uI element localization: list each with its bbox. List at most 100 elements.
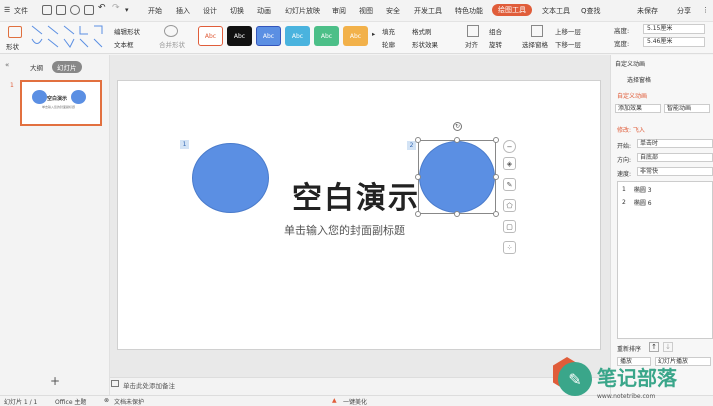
chevron-down-icon[interactable]: ▾ bbox=[125, 6, 129, 14]
merge-shape-button[interactable]: 合并形状 bbox=[159, 39, 185, 49]
height-label: 高度: bbox=[614, 27, 630, 35]
add-slide-button[interactable]: + bbox=[50, 374, 60, 388]
border-icon[interactable]: ▢ bbox=[503, 220, 516, 233]
resize-handle-t[interactable] bbox=[454, 137, 460, 143]
rotate-button[interactable]: 旋转 bbox=[489, 39, 502, 49]
slide-title[interactable]: 空白演示 bbox=[292, 173, 420, 217]
style-sample-1[interactable]: Abc bbox=[198, 26, 223, 46]
shape-effect-button[interactable]: 形状效果 bbox=[412, 39, 438, 49]
protection-status[interactable]: 文档未保护 bbox=[114, 397, 144, 406]
textbox-button[interactable]: 文本框 bbox=[114, 39, 134, 49]
outline-button[interactable]: 轮廓 bbox=[382, 39, 395, 49]
search-button[interactable]: Q查找 bbox=[581, 6, 601, 16]
move-up-icon[interactable]: ↑ bbox=[649, 342, 659, 352]
selection-pane-button[interactable]: 选择窗格 bbox=[522, 39, 548, 49]
fill-bucket-icon[interactable]: ⬠ bbox=[503, 199, 516, 212]
tab-features[interactable]: 特色功能 bbox=[455, 6, 483, 16]
group-button[interactable]: 组合 bbox=[489, 26, 502, 36]
notes-bar bbox=[110, 377, 610, 395]
resize-handle-tl[interactable] bbox=[415, 137, 421, 143]
resize-handle-l[interactable] bbox=[415, 174, 421, 180]
ribbon-toolbar: 形状 编辑形状 文本框 合并形状 Abc Abc Abc Abc Abc Abc… bbox=[0, 22, 713, 54]
selection-pane-link[interactable]: 选择窗格 bbox=[627, 75, 651, 84]
tab-drawing-tools[interactable]: 绘图工具 bbox=[492, 4, 532, 16]
resize-handle-b[interactable] bbox=[454, 211, 460, 217]
tab-home[interactable]: 开始 bbox=[148, 6, 162, 16]
tab-transition[interactable]: 切换 bbox=[230, 6, 244, 16]
tab-slides[interactable]: 幻灯片 bbox=[52, 61, 82, 73]
tab-animation[interactable]: 动画 bbox=[257, 6, 271, 16]
share-button[interactable]: 分享 bbox=[677, 6, 691, 16]
tab-security[interactable]: 安全 bbox=[386, 6, 400, 16]
bring-forward-button[interactable]: 上移一层 bbox=[555, 26, 581, 36]
align-button[interactable]: 对齐 bbox=[465, 39, 478, 49]
tab-review[interactable]: 审阅 bbox=[332, 6, 346, 16]
resize-handle-br[interactable] bbox=[493, 211, 499, 217]
panel-header[interactable]: 自定义动画 bbox=[615, 59, 645, 68]
hamburger-icon[interactable]: ☰ bbox=[4, 6, 10, 14]
line-gallery[interactable] bbox=[30, 24, 110, 50]
tab-text-tools[interactable]: 文本工具 bbox=[542, 6, 570, 16]
watermark-url: www.notetribe.com bbox=[597, 393, 656, 400]
theme-name: Office 主题 bbox=[55, 399, 87, 406]
slide-subtitle[interactable]: 单击输入您的封面副标题 bbox=[284, 222, 405, 238]
style-sample-2[interactable]: Abc bbox=[227, 26, 252, 46]
tab-slideshow[interactable]: 幻灯片放映 bbox=[285, 6, 320, 16]
tab-outline[interactable]: 大纲 bbox=[30, 62, 43, 72]
tab-design[interactable]: 设计 bbox=[203, 6, 217, 16]
move-down-icon[interactable]: ↓ bbox=[663, 342, 673, 352]
style-sample-4[interactable]: Abc bbox=[285, 26, 310, 46]
resize-handle-tr[interactable] bbox=[493, 137, 499, 143]
resize-handle-r[interactable] bbox=[493, 174, 499, 180]
tab-view[interactable]: 视图 bbox=[359, 6, 373, 16]
shape-button-label[interactable]: 形状 bbox=[6, 41, 19, 51]
beautify-icon: ▲ bbox=[332, 397, 337, 404]
save-icon[interactable] bbox=[42, 5, 52, 15]
fill-button[interactable]: 填充 bbox=[382, 26, 395, 36]
tab-developer[interactable]: 开发工具 bbox=[414, 6, 442, 16]
export-icon[interactable] bbox=[56, 5, 66, 15]
smart-animation-button[interactable]: 智能动画 bbox=[664, 104, 710, 113]
ellipse-shape-1[interactable] bbox=[192, 143, 269, 213]
edit-shape-button[interactable]: 编辑形状 bbox=[114, 26, 140, 36]
width-input[interactable]: 5.46厘米 bbox=[643, 37, 705, 47]
rotate-handle-icon[interactable]: ↻ bbox=[453, 122, 462, 131]
send-backward-button[interactable]: 下移一层 bbox=[555, 39, 581, 49]
layers-icon[interactable]: ◈ bbox=[503, 157, 516, 170]
animation-badge-1: 1 bbox=[180, 140, 189, 149]
slide-thumbnail[interactable]: 空白演示 单击输入您的封面副标题 bbox=[20, 80, 102, 126]
start-select[interactable]: 单击时 bbox=[637, 139, 713, 148]
collapse-toolbar-icon[interactable]: − bbox=[503, 140, 516, 153]
speed-select[interactable]: 非常快 bbox=[637, 167, 713, 176]
gallery-scroll-icon[interactable]: ▸ bbox=[372, 30, 375, 38]
align-icon[interactable] bbox=[467, 25, 479, 37]
beautify-button[interactable]: 一键美化 bbox=[343, 397, 367, 406]
shape-icon[interactable] bbox=[8, 26, 22, 38]
direction-select[interactable]: 自底部 bbox=[637, 153, 713, 162]
print-icon[interactable] bbox=[70, 5, 80, 15]
add-effect-button[interactable]: 添加效果 bbox=[615, 104, 661, 113]
collapse-panel-icon[interactable]: « bbox=[5, 61, 9, 69]
preview-icon[interactable] bbox=[84, 5, 94, 15]
animation-list-item[interactable]: 2 椭圆 6 bbox=[622, 198, 652, 207]
format-painter-button[interactable]: 格式刷 bbox=[412, 26, 432, 36]
animation-icon[interactable]: ⁘ bbox=[503, 241, 516, 254]
style-sample-6[interactable]: Abc bbox=[343, 26, 368, 46]
more-icon[interactable]: ⋮ bbox=[702, 6, 709, 14]
pen-icon[interactable]: ✎ bbox=[503, 178, 516, 191]
slide-canvas[interactable]: 1 空白演示 单击输入您的封面副标题 2 ↻ bbox=[117, 80, 601, 350]
redo-icon[interactable]: ↷ bbox=[112, 3, 120, 13]
tab-insert[interactable]: 插入 bbox=[176, 6, 190, 16]
merge-shape-icon[interactable] bbox=[164, 25, 178, 37]
watermark-logo: ✎ 笔记部落 www.notetribe.com bbox=[553, 355, 713, 406]
undo-icon[interactable]: ↶ bbox=[98, 3, 106, 13]
height-input[interactable]: 5.15厘米 bbox=[643, 24, 705, 34]
style-sample-3[interactable]: Abc bbox=[256, 26, 281, 46]
menu-file[interactable]: 文件 bbox=[14, 6, 28, 16]
style-sample-5[interactable]: Abc bbox=[314, 26, 339, 46]
resize-handle-bl[interactable] bbox=[415, 211, 421, 217]
unsaved-status[interactable]: 未保存 bbox=[637, 6, 658, 16]
animation-list-item[interactable]: 1 椭圆 3 bbox=[622, 185, 652, 194]
selection-pane-icon[interactable] bbox=[531, 25, 543, 37]
notes-placeholder[interactable]: 单击此处添加备注 bbox=[123, 380, 175, 390]
